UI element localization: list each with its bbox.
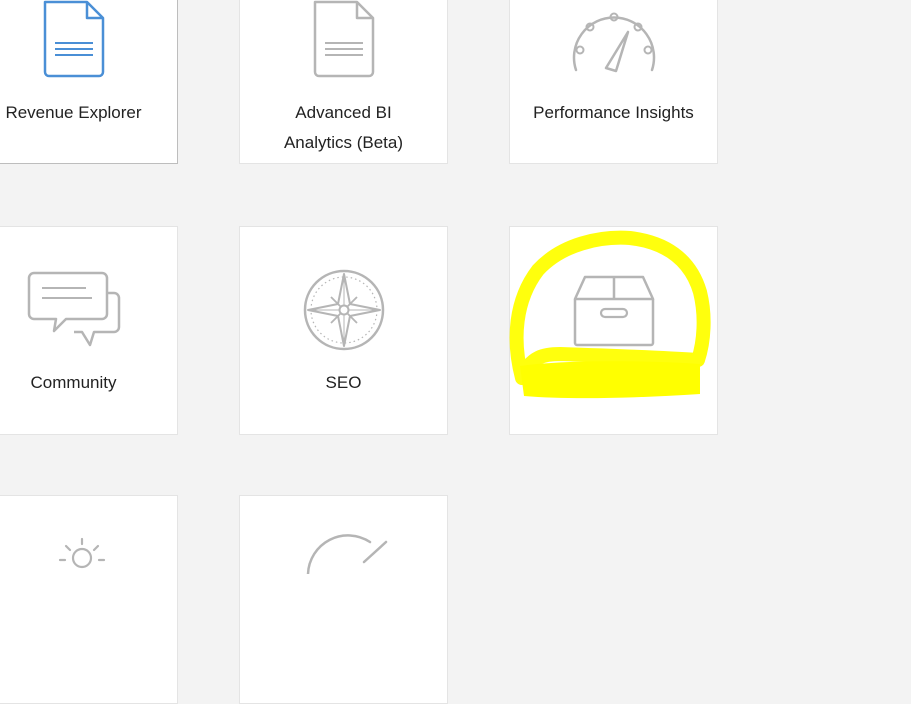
tile-performance-insights[interactable]: Performance Insights [509, 0, 718, 164]
tile-label: Revenue Explorer [5, 103, 142, 122]
document-icon [43, 0, 104, 78]
tile-label: Advanced BI Analytics (Beta) [283, 103, 404, 152]
tile-label: Deliverability Tools [543, 373, 684, 392]
tile-refresh[interactable] [239, 495, 448, 704]
tile-label: Performance Insights [533, 103, 694, 122]
tile-deliverability-tools[interactable]: Deliverability Tools [509, 226, 718, 435]
document-icon [313, 0, 374, 78]
gauge-icon [572, 12, 655, 73]
tile-sun[interactable] [0, 495, 178, 704]
tile-label: SEO [325, 373, 362, 392]
compass-icon [303, 269, 384, 351]
sun-icon [58, 537, 106, 569]
tile-community[interactable]: Community [0, 226, 178, 435]
tile-advanced-bi-analytics[interactable]: Advanced BI Analytics (Beta) [239, 0, 448, 164]
refresh-arc-icon [306, 534, 387, 574]
box-icon [573, 275, 654, 347]
tile-revenue-explorer[interactable]: Revenue Explorer [0, 0, 178, 164]
tile-label: Community [30, 373, 117, 392]
tile-seo[interactable]: SEO [239, 226, 448, 435]
chat-bubbles-icon [27, 271, 120, 347]
